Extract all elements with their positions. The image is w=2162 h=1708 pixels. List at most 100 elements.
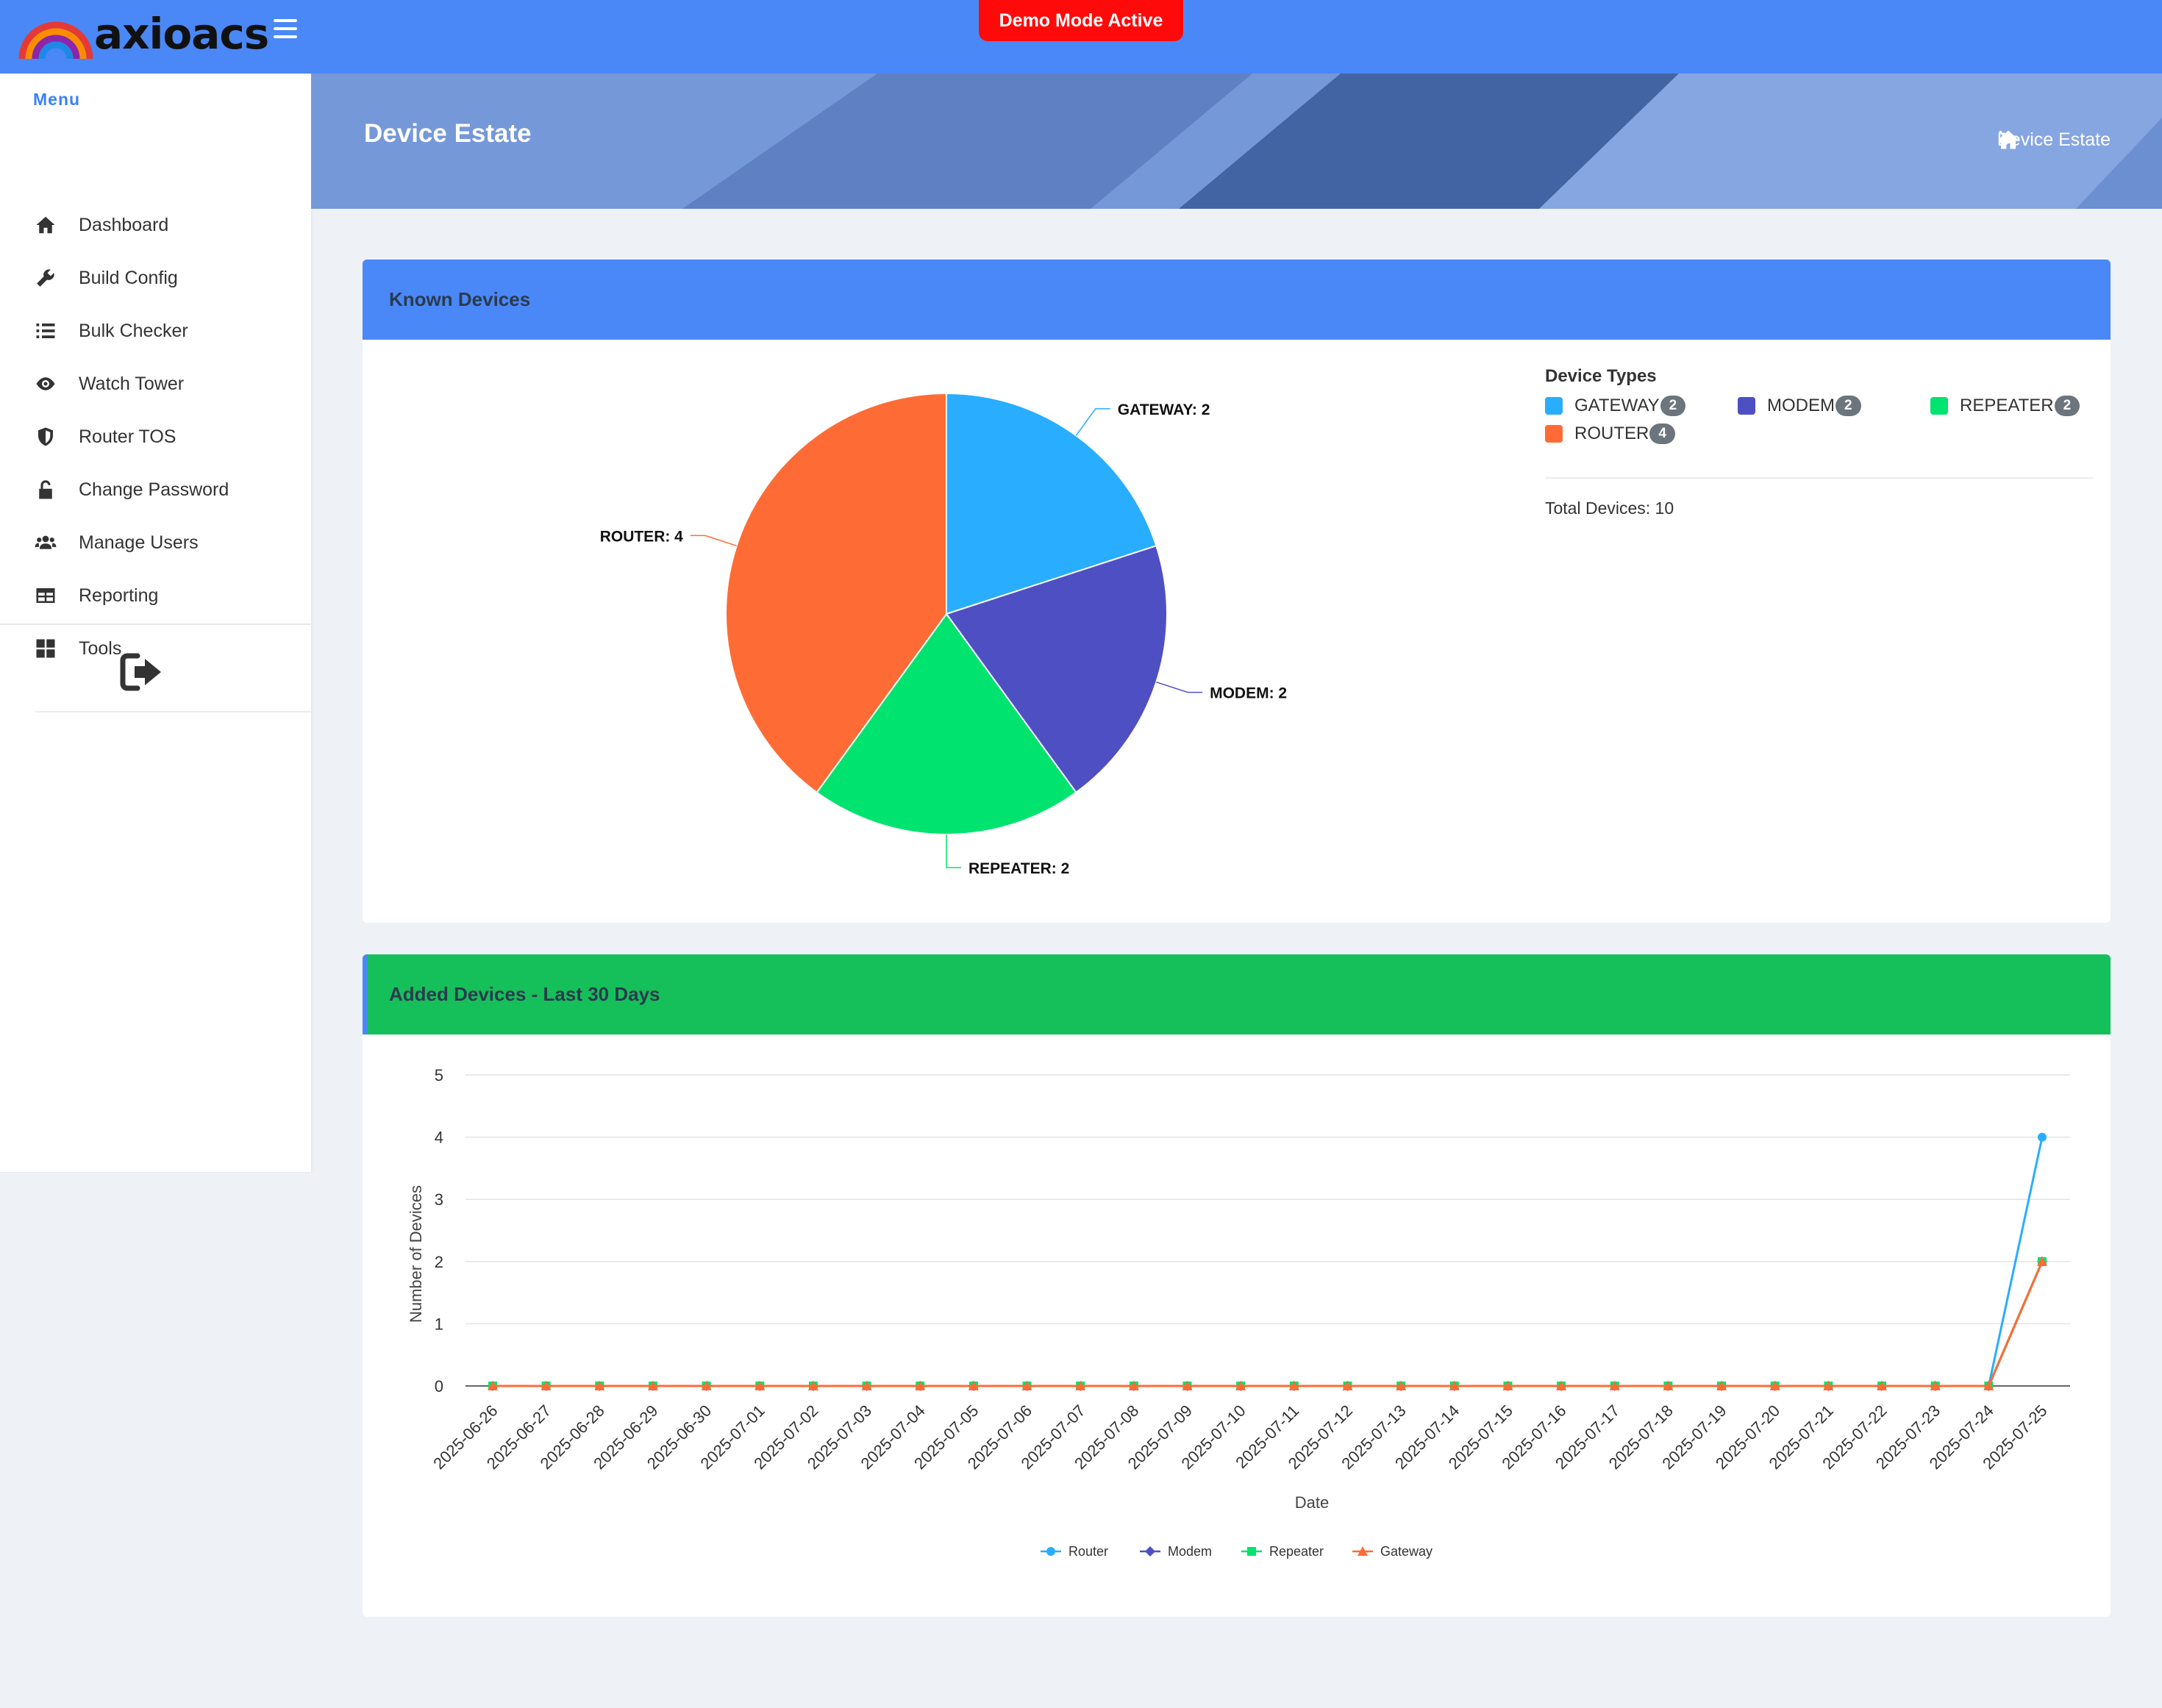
count-badge: 4: [1649, 424, 1675, 444]
card-title: Added Devices - Last 30 Days: [389, 983, 660, 1005]
chevron-right-icon: [1998, 130, 2007, 143]
sidebar-item-change-password[interactable]: Change Password: [0, 464, 311, 515]
card-title: Known Devices: [389, 288, 531, 310]
legend-item-modem[interactable]: Modem: [1140, 1544, 1212, 1559]
legend-name: GATEWAY: [1574, 396, 1660, 415]
legend-label: Modem: [1168, 1544, 1212, 1559]
legend-label: Gateway: [1380, 1544, 1433, 1559]
legend-name: REPEATER: [1960, 396, 2054, 415]
line-chart: 0123452025-06-262025-06-272025-06-282025…: [407, 1066, 2070, 1559]
sidebar-item-label: Watch Tower: [79, 373, 185, 394]
data-point: [1046, 1547, 1055, 1556]
sidebar-divider: [0, 623, 311, 625]
sidebar-item-label: Dashboard: [79, 214, 169, 235]
sidebar-item-label: Change Password: [79, 479, 229, 500]
sidebar-item-label: Reporting: [79, 585, 159, 606]
sidebar-item-build-config[interactable]: Build Config: [0, 252, 311, 304]
legend-item-repeater[interactable]: REPEATER 2: [1930, 396, 2080, 416]
data-point: [1247, 1547, 1256, 1556]
y-tick-label: 2: [435, 1253, 443, 1271]
grid-icon: [33, 636, 58, 661]
sidebar-item-dashboard[interactable]: Dashboard: [0, 199, 311, 251]
legend-swatch: [1738, 397, 1755, 415]
legend-item-gateway[interactable]: Gateway: [1352, 1544, 1433, 1559]
sidebar-item-manage-users[interactable]: Manage Users: [0, 517, 311, 568]
brand-logo[interactable]: axioacs: [16, 4, 269, 63]
device-types-panel: Device Types GATEWAY 2 MODEM 2 REPEATER …: [1545, 366, 2093, 518]
rainbow-logo-icon: [18, 21, 93, 60]
table-icon: [33, 583, 58, 608]
chart-legend: Router Modem Repeater Gateway: [1041, 1544, 1433, 1559]
menu-title: Menu: [33, 90, 81, 109]
sidebar-item-label: Tools: [79, 637, 122, 659]
pie-leader-line: [1075, 408, 1110, 436]
pie-data-label: REPEATER: 2: [968, 860, 1069, 877]
sidebar: Menu Dashboard Build Config Bulk Checker…: [0, 74, 311, 1172]
legend-swatch: [1930, 397, 1948, 415]
eye-icon: [33, 371, 58, 396]
unlock-icon: [33, 477, 58, 502]
pie-chart: GATEWAY: 2 MODEM: 2 REPEATER: 2 ROUTER: 4: [600, 392, 1287, 877]
sidebar-item-router-tos[interactable]: Router TOS: [0, 411, 311, 462]
legend-divider: [1545, 477, 2093, 479]
known-devices-card: Known Devices GATEWAY: 2 MODEM: 2 REPEATER…: [363, 260, 2111, 923]
legend-title: Device Types: [1545, 366, 1657, 386]
sidebar-item-reporting[interactable]: Reporting: [0, 570, 311, 621]
header-background: [311, 74, 2162, 209]
total-devices: Total Devices: 10: [1545, 499, 1674, 518]
y-tick-label: 5: [435, 1066, 443, 1085]
list-icon: [33, 318, 58, 343]
y-tick-label: 4: [435, 1129, 443, 1147]
sidebar-item-label: Router TOS: [79, 426, 176, 447]
pie-data-label: ROUTER: 4: [600, 528, 683, 545]
legend-swatch: [1545, 397, 1563, 415]
breadcrumb: Device Estate: [1997, 129, 2111, 151]
home-icon: [33, 212, 58, 237]
legend-item-gateway[interactable]: GATEWAY 2: [1545, 396, 1686, 416]
pie-data-label: GATEWAY: 2: [1118, 401, 1210, 418]
pie-leader-line: [690, 535, 737, 547]
count-badge: 2: [2054, 396, 2080, 416]
y-tick-label: 0: [435, 1377, 443, 1396]
y-tick-label: 1: [435, 1315, 443, 1333]
legend-item-router[interactable]: Router: [1041, 1544, 1108, 1559]
legend-label: Repeater: [1269, 1544, 1324, 1559]
data-point[interactable]: [2038, 1132, 2047, 1142]
card-header: Known Devices: [363, 260, 2111, 340]
logout-icon[interactable]: [120, 651, 164, 693]
pie-leader-line: [1156, 681, 1203, 693]
count-badge: 2: [1660, 396, 1686, 416]
page-title: Device Estate: [364, 119, 532, 148]
legend-item-router[interactable]: ROUTER 4: [1545, 424, 1675, 444]
legend-swatch: [1545, 425, 1563, 443]
card-header: Added Devices - Last 30 Days: [363, 954, 2111, 1035]
sidebar-item-label: Bulk Checker: [79, 320, 188, 341]
count-badge: 2: [1835, 396, 1861, 416]
legend-name: MODEM: [1767, 396, 1835, 415]
legend-label: Router: [1068, 1544, 1108, 1559]
brand-name: axioacs: [94, 9, 269, 59]
wrench-icon: [33, 265, 58, 290]
y-axis-title: Number of Devices: [407, 1185, 425, 1323]
top-navbar: axioacs Demo Mode Active: [0, 0, 2162, 74]
sidebar-item-watch-tower[interactable]: Watch Tower: [0, 358, 311, 410]
shield-icon: [33, 424, 58, 449]
y-tick-label: 3: [435, 1190, 443, 1209]
sidebar-item-label: Manage Users: [79, 532, 199, 553]
data-point: [1145, 1546, 1155, 1557]
legend-name: ROUTER: [1574, 424, 1649, 443]
legend-item-repeater[interactable]: Repeater: [1241, 1544, 1324, 1559]
sidebar-divider: [35, 711, 311, 712]
hamburger-menu-icon[interactable]: [274, 19, 297, 38]
sidebar-item-bulk-checker[interactable]: Bulk Checker: [0, 305, 311, 357]
x-axis-title: Date: [1295, 1493, 1329, 1512]
legend-grid: GATEWAY 2 MODEM 2 REPEATER 2 ROUTER 4: [1545, 396, 2093, 454]
pie-leader-line: [946, 835, 961, 868]
users-icon: [33, 530, 58, 555]
legend-item-modem[interactable]: MODEM 2: [1738, 396, 1861, 416]
page-header: Device Estate Device Estate: [311, 74, 2162, 209]
pie-data-label: MODEM: 2: [1210, 685, 1287, 702]
sidebar-item-label: Build Config: [79, 267, 178, 288]
demo-mode-badge: Demo Mode Active: [979, 0, 1183, 41]
added-devices-card: Added Devices - Last 30 Days 0 1 2 3 4 5 2025-…: [363, 954, 2111, 1617]
